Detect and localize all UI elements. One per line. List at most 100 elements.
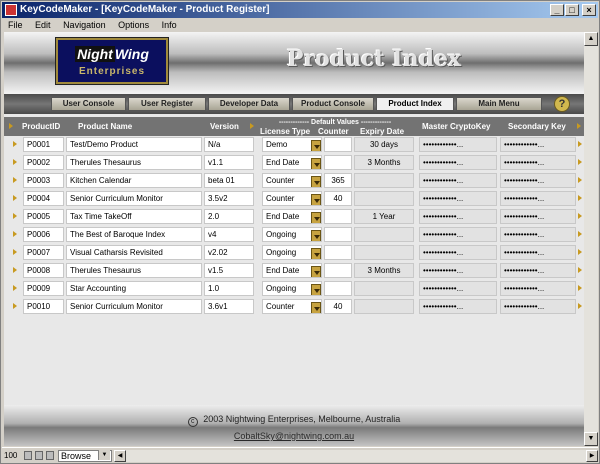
secondary-key-field[interactable]: ••••••••••••...: [500, 263, 576, 278]
license-type-select[interactable]: End Date: [262, 155, 322, 170]
table-row[interactable]: P0002 Therules Thesaurus v1.1 End Date 3 Mon…: [4, 154, 584, 171]
expiry-date-field[interactable]: [354, 245, 414, 260]
row-detail-icon[interactable]: [578, 249, 582, 255]
expiry-date-field[interactable]: [354, 191, 414, 206]
master-cryptokey-field[interactable]: ••••••••••••...: [419, 245, 497, 260]
secondary-key-field[interactable]: ••••••••••••...: [500, 209, 576, 224]
row-detail-icon[interactable]: [578, 213, 582, 219]
secondary-key-field[interactable]: ••••••••••••...: [500, 281, 576, 296]
counter-field[interactable]: [324, 281, 352, 296]
zoom-in-icon[interactable]: [35, 451, 43, 460]
table-row[interactable]: P0007 Visual Catharsis Revisited v2.02 Ongo…: [4, 244, 584, 261]
row-detail-icon[interactable]: [578, 303, 582, 309]
table-row[interactable]: P0001 Test/Demo Product N/a Demo 30 days ••••…: [4, 136, 584, 153]
master-cryptokey-field[interactable]: ••••••••••••...: [419, 137, 497, 152]
product-name-field[interactable]: Visual Catharsis Revisited: [66, 245, 202, 260]
chevron-down-icon[interactable]: [311, 284, 321, 295]
row-select-icon[interactable]: [13, 231, 17, 237]
master-cryptokey-field[interactable]: ••••••••••••...: [419, 227, 497, 242]
expiry-date-field[interactable]: [354, 173, 414, 188]
row-select-icon[interactable]: [13, 303, 17, 309]
version-field[interactable]: 3.5v2: [204, 191, 254, 206]
counter-field[interactable]: [324, 137, 352, 152]
license-type-select[interactable]: Counter: [262, 173, 322, 188]
product-name-field[interactable]: Test/Demo Product: [66, 137, 202, 152]
expiry-date-field[interactable]: [354, 227, 414, 242]
product-id-field[interactable]: P0001: [23, 137, 64, 152]
chevron-down-icon[interactable]: [311, 230, 321, 241]
row-select-icon[interactable]: [13, 285, 17, 291]
row-select-icon[interactable]: [13, 141, 17, 147]
counter-field[interactable]: 365: [324, 173, 352, 188]
close-button[interactable]: ×: [582, 4, 596, 16]
row-detail-icon[interactable]: [578, 267, 582, 273]
status-area-icon[interactable]: [46, 451, 54, 460]
master-cryptokey-field[interactable]: ••••••••••••...: [419, 191, 497, 206]
product-id-field[interactable]: P0008: [23, 263, 64, 278]
counter-field[interactable]: [324, 155, 352, 170]
help-button[interactable]: ?: [554, 96, 570, 112]
counter-field[interactable]: [324, 209, 352, 224]
version-field[interactable]: beta 01: [204, 173, 254, 188]
contact-email-link[interactable]: CobaltSky@nightwing.com.au: [4, 431, 584, 441]
nav-main-menu[interactable]: Main Menu: [456, 97, 542, 111]
menu-options[interactable]: Options: [118, 20, 149, 30]
expiry-date-field[interactable]: 1 Year: [354, 209, 414, 224]
product-name-field[interactable]: Senior Curriculum Monitor: [66, 191, 202, 206]
expiry-date-field[interactable]: 3 Months: [354, 263, 414, 278]
version-field[interactable]: N/a: [204, 137, 254, 152]
version-field[interactable]: v4: [204, 227, 254, 242]
secondary-key-field[interactable]: ••••••••••••...: [500, 155, 576, 170]
counter-field[interactable]: [324, 245, 352, 260]
version-field[interactable]: 2.0: [204, 209, 254, 224]
expiry-date-field[interactable]: 30 days: [354, 137, 414, 152]
counter-field[interactable]: [324, 227, 352, 242]
menu-file[interactable]: File: [8, 20, 23, 30]
secondary-key-field[interactable]: ••••••••••••...: [500, 191, 576, 206]
product-name-field[interactable]: Therules Thesaurus: [66, 263, 202, 278]
version-field[interactable]: 1.0: [204, 281, 254, 296]
table-row[interactable]: P0008 Therules Thesaurus v1.5 End Date 3 Mon…: [4, 262, 584, 279]
table-row[interactable]: P0006 The Best of Baroque Index v4 Ongoing •…: [4, 226, 584, 243]
license-type-select[interactable]: End Date: [262, 263, 322, 278]
row-detail-icon[interactable]: [578, 231, 582, 237]
expiry-date-field[interactable]: [354, 299, 414, 314]
secondary-key-field[interactable]: ••••••••••••...: [500, 227, 576, 242]
product-id-field[interactable]: P0006: [23, 227, 64, 242]
scroll-up-icon[interactable]: ▲: [584, 32, 598, 46]
maximize-button[interactable]: □: [565, 4, 579, 16]
product-id-field[interactable]: P0005: [23, 209, 64, 224]
scroll-down-icon[interactable]: ▼: [584, 432, 598, 446]
row-select-icon[interactable]: [13, 195, 17, 201]
table-row[interactable]: P0004 Senior Curriculum Monitor 3.5v2 Count…: [4, 190, 584, 207]
chevron-down-icon[interactable]: [311, 176, 321, 187]
chevron-down-icon[interactable]: [311, 248, 321, 259]
row-detail-icon[interactable]: [578, 141, 582, 147]
row-detail-icon[interactable]: [578, 195, 582, 201]
table-row[interactable]: P0009 Star Accounting 1.0 Ongoing ••••••••••…: [4, 280, 584, 297]
chevron-down-icon[interactable]: [311, 158, 321, 169]
scroll-left-icon[interactable]: ◀: [114, 450, 126, 462]
counter-field[interactable]: [324, 263, 352, 278]
zoom-out-icon[interactable]: [24, 451, 32, 460]
master-cryptokey-field[interactable]: ••••••••••••...: [419, 281, 497, 296]
license-type-select[interactable]: Demo: [262, 137, 322, 152]
nav-developer-data[interactable]: Developer Data: [208, 97, 290, 111]
secondary-key-field[interactable]: ••••••••••••...: [500, 137, 576, 152]
scroll-right-icon[interactable]: ▶: [586, 450, 598, 462]
row-detail-icon[interactable]: [578, 159, 582, 165]
product-name-field[interactable]: Tax Time TakeOff: [66, 209, 202, 224]
product-id-field[interactable]: P0003: [23, 173, 64, 188]
expiry-date-field[interactable]: 3 Months: [354, 155, 414, 170]
row-detail-icon[interactable]: [578, 285, 582, 291]
nav-user-register[interactable]: User Register: [128, 97, 206, 111]
product-id-field[interactable]: P0009: [23, 281, 64, 296]
secondary-key-field[interactable]: ••••••••••••...: [500, 245, 576, 260]
row-detail-icon[interactable]: [578, 177, 582, 183]
table-row[interactable]: P0005 Tax Time TakeOff 2.0 End Date 1 Year ••…: [4, 208, 584, 225]
row-select-icon[interactable]: [13, 267, 17, 273]
master-cryptokey-field[interactable]: ••••••••••••...: [419, 299, 497, 314]
expiry-date-field[interactable]: [354, 281, 414, 296]
product-name-field[interactable]: Therules Thesaurus: [66, 155, 202, 170]
version-field[interactable]: v2.02: [204, 245, 254, 260]
